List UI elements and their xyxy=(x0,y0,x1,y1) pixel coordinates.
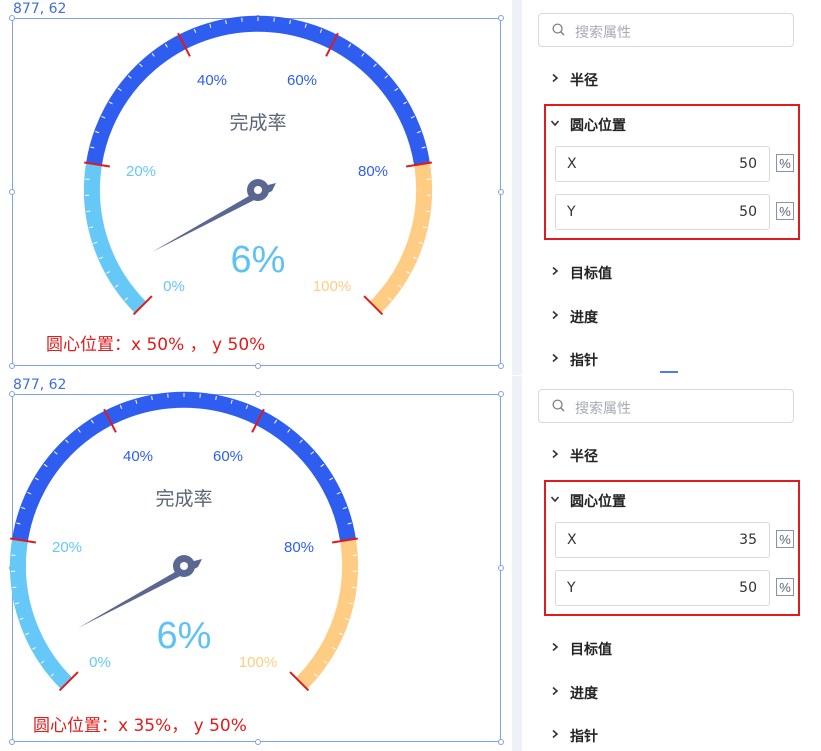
tick-label-100: 100% xyxy=(313,278,351,295)
panel-divider xyxy=(512,376,522,751)
svg-text:%: % xyxy=(779,580,791,595)
tick-label-20: 20% xyxy=(52,539,82,556)
percent-unit-icon[interactable]: % xyxy=(776,578,794,596)
tick-label-40: 40% xyxy=(123,448,153,465)
gauge-editor-panel: 877, 62 0% 20% 40% 60% 80% 100% 完成率 6% xyxy=(0,376,821,751)
gauge-editor-panel: 877, 62 0% 20% 40% 60% 80% 100% 完成率 6% xyxy=(0,0,821,375)
chevron-down-icon xyxy=(550,118,560,128)
needle-pivot-center xyxy=(254,186,262,194)
search-placeholder: 搜索属性 xyxy=(575,22,631,42)
percent-unit-icon[interactable]: % xyxy=(776,530,794,548)
minor-tick xyxy=(86,211,90,212)
search-placeholder: 搜索属性 xyxy=(575,398,631,418)
minor-tick xyxy=(352,587,356,588)
percent-unit-icon[interactable]: % xyxy=(776,202,794,220)
gauge-value: 6% xyxy=(231,239,286,281)
center-x-value[interactable]: 50 xyxy=(739,156,757,172)
chevron-right-icon xyxy=(550,729,560,739)
center-position-caption: 圆心位置：x 35%， y 50% xyxy=(33,711,247,736)
arc-segment-mid xyxy=(94,24,422,164)
tick-label-100: 100% xyxy=(239,654,277,671)
gauge-title: 完成率 xyxy=(155,488,212,510)
center-x-value[interactable]: 35 xyxy=(739,532,757,548)
center-y-field[interactable]: Y 50 xyxy=(555,570,770,606)
gauge-value: 6% xyxy=(157,615,212,657)
svg-text:%: % xyxy=(779,156,791,171)
gauge-title: 完成率 xyxy=(229,112,286,134)
tick-label-80: 80% xyxy=(358,163,388,180)
minor-tick xyxy=(12,587,16,588)
properties-panel: 搜索属性 半径 圆心位置 X 35 % Y 50 % 目标值 xyxy=(522,376,821,751)
center-y-label: Y xyxy=(567,204,576,220)
gauge-chart: 0% 20% 40% 60% 80% 100% 完成率 6% xyxy=(0,0,510,375)
chevron-right-icon xyxy=(550,266,560,276)
tick-label-0: 0% xyxy=(163,278,185,295)
chevron-right-icon xyxy=(550,310,560,320)
tick-label-80: 80% xyxy=(284,539,314,556)
tick-label-40: 40% xyxy=(197,72,227,89)
center-y-field[interactable]: Y 50 xyxy=(555,194,770,230)
tick-label-0: 0% xyxy=(89,654,111,671)
tick-label-20: 20% xyxy=(126,163,156,180)
center-x-label: X xyxy=(567,156,577,172)
chevron-right-icon xyxy=(550,73,560,83)
percent-unit-icon[interactable]: % xyxy=(776,154,794,172)
center-x-label: X xyxy=(567,532,577,548)
chevron-right-icon xyxy=(550,686,560,696)
center-y-value[interactable]: 50 xyxy=(739,580,757,596)
tick-label-60: 60% xyxy=(287,72,317,89)
needle-pivot-center xyxy=(180,562,188,570)
svg-text:%: % xyxy=(779,532,791,547)
property-search[interactable]: 搜索属性 xyxy=(538,13,794,47)
canvas-area: 877, 62 0% 20% 40% 60% 80% 100% 完成率 6% xyxy=(0,0,510,375)
center-y-label: Y xyxy=(567,580,576,596)
properties-panel: 搜索属性 半径 圆心位置 X 50 % Y 50 % 目标值 xyxy=(522,0,821,375)
center-x-field[interactable]: X 50 xyxy=(555,146,770,182)
search-icon xyxy=(552,399,565,412)
property-search[interactable]: 搜索属性 xyxy=(538,389,794,423)
arc-segment-mid xyxy=(20,400,348,540)
tick-label-60: 60% xyxy=(213,448,243,465)
search-icon xyxy=(552,23,565,36)
svg-text:%: % xyxy=(779,204,791,219)
chevron-right-icon xyxy=(550,449,560,459)
gauge-chart: 0% 20% 40% 60% 80% 100% 完成率 6% xyxy=(0,376,510,751)
chevron-right-icon xyxy=(550,353,560,363)
center-x-field[interactable]: X 35 xyxy=(555,522,770,558)
center-position-caption: 圆心位置：x 50% ， y 50% xyxy=(46,330,265,355)
scroll-indicator xyxy=(660,371,678,373)
panel-divider xyxy=(512,0,522,375)
canvas-area: 877, 62 0% 20% 40% 60% 80% 100% 完成率 6% xyxy=(0,376,510,751)
minor-tick xyxy=(426,211,430,212)
chevron-down-icon xyxy=(550,494,560,504)
center-y-value[interactable]: 50 xyxy=(739,204,757,220)
chevron-right-icon xyxy=(550,642,560,652)
